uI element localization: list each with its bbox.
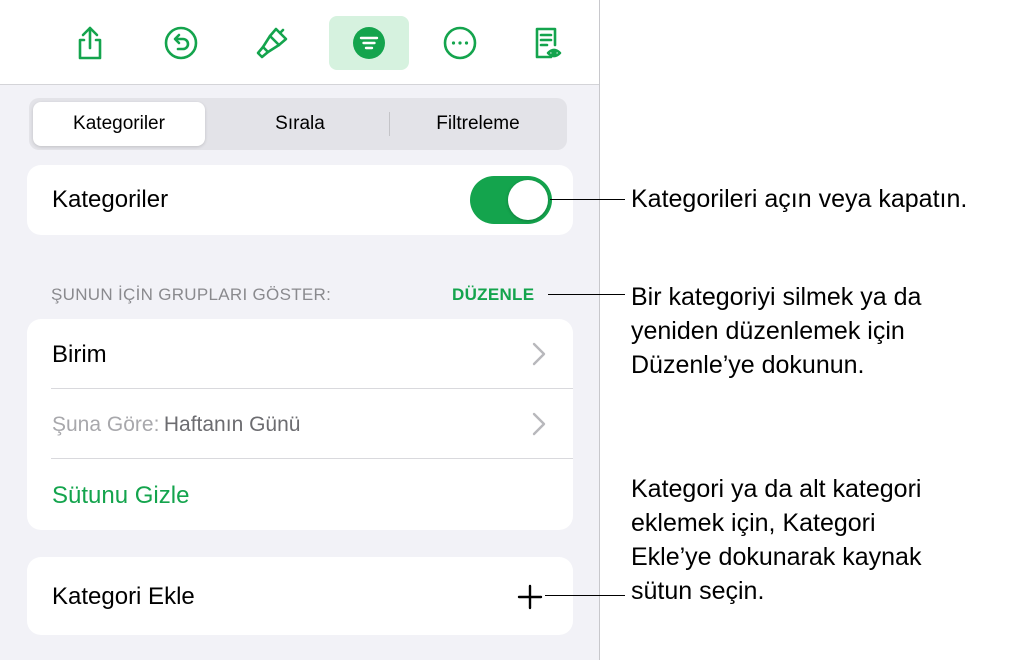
hide-column-row[interactable]: Sütunu Gizle [27, 460, 573, 530]
callout-line: Ekle’ye dokunarak kaynak [631, 543, 922, 571]
group-by-value: Haftanın Günü [163, 413, 301, 436]
group-row-label: Birim [52, 341, 107, 368]
plus-icon[interactable] [517, 584, 543, 610]
callout-line: eklemek için, Kategori [631, 509, 876, 537]
format-button[interactable] [232, 16, 312, 70]
group-row-by[interactable]: Şuna Göre: Haftanın Günü [27, 389, 573, 459]
groups-card: Birim Şuna Göre: Haftanın Günü Sütunu Gi… [27, 319, 573, 530]
tab-divider [389, 112, 390, 136]
callout-line: sütun seçin. [631, 577, 765, 605]
leader-line-edit [548, 294, 625, 295]
callout-toggle: Kategorileri açın veya kapatın. [631, 182, 1021, 216]
categories-toggle-card: Kategoriler [27, 165, 573, 235]
share-icon [78, 26, 102, 60]
groups-section-header: ŞUNUN İÇİN GRUPLARI GÖSTER: [51, 285, 332, 304]
leader-line-add [545, 595, 625, 596]
paintbrush-icon [256, 27, 288, 59]
tab-label: Kategoriler [73, 113, 165, 134]
callout-line: Kategorileri açın veya kapatın. [631, 185, 968, 213]
edit-button[interactable]: DÜZENLE [452, 285, 534, 305]
callout-line: Kategori ya da alt kategori [631, 475, 922, 503]
reading-view-button[interactable] [507, 16, 587, 70]
undo-icon [164, 26, 198, 60]
more-button[interactable] [420, 16, 500, 70]
group-row-unit[interactable]: Birim [27, 319, 573, 389]
organize-panel: Kategoriler Sırala Filtreleme Kategorile… [0, 0, 600, 660]
tab-filter[interactable]: Filtreleme [391, 102, 565, 146]
organize-tabs: Kategoriler Sırala Filtreleme [29, 98, 567, 150]
add-category-label: Kategori Ekle [52, 583, 195, 610]
group-by-prefix: Şuna Göre: [52, 413, 160, 436]
callout-line: Düzenle’ye dokunun. [631, 351, 865, 379]
tab-label: Filtreleme [436, 113, 520, 134]
callout-add: Kategori ya da alt kategori eklemek için… [631, 472, 1021, 608]
tab-sort[interactable]: Sırala [213, 102, 387, 146]
categories-toggle[interactable] [470, 176, 552, 224]
group-by-text: Şuna Göre: Haftanın Günü [52, 413, 300, 437]
tab-label: Sırala [275, 113, 325, 134]
organize-button[interactable] [329, 16, 409, 70]
row-separator [51, 458, 573, 459]
share-button[interactable] [50, 16, 130, 70]
callout-edit: Bir kategoriyi silmek ya da yeniden düze… [631, 280, 1021, 382]
callout-line: yeniden düzenlemek için [631, 317, 905, 345]
chevron-right-icon [532, 412, 546, 436]
organize-icon [353, 27, 385, 59]
hide-column-button[interactable]: Sütunu Gizle [52, 482, 189, 510]
add-category-card[interactable]: Kategori Ekle [27, 557, 573, 635]
categories-toggle-label: Kategoriler [52, 186, 169, 213]
more-icon [443, 26, 477, 60]
chevron-right-icon [532, 342, 546, 366]
toolbar [0, 0, 599, 85]
callout-line: Bir kategoriyi silmek ya da [631, 283, 922, 311]
reading-view-icon [535, 27, 562, 59]
tab-categories[interactable]: Kategoriler [33, 102, 205, 146]
undo-button[interactable] [141, 16, 221, 70]
leader-line-toggle [550, 199, 625, 200]
toggle-knob [508, 180, 548, 220]
